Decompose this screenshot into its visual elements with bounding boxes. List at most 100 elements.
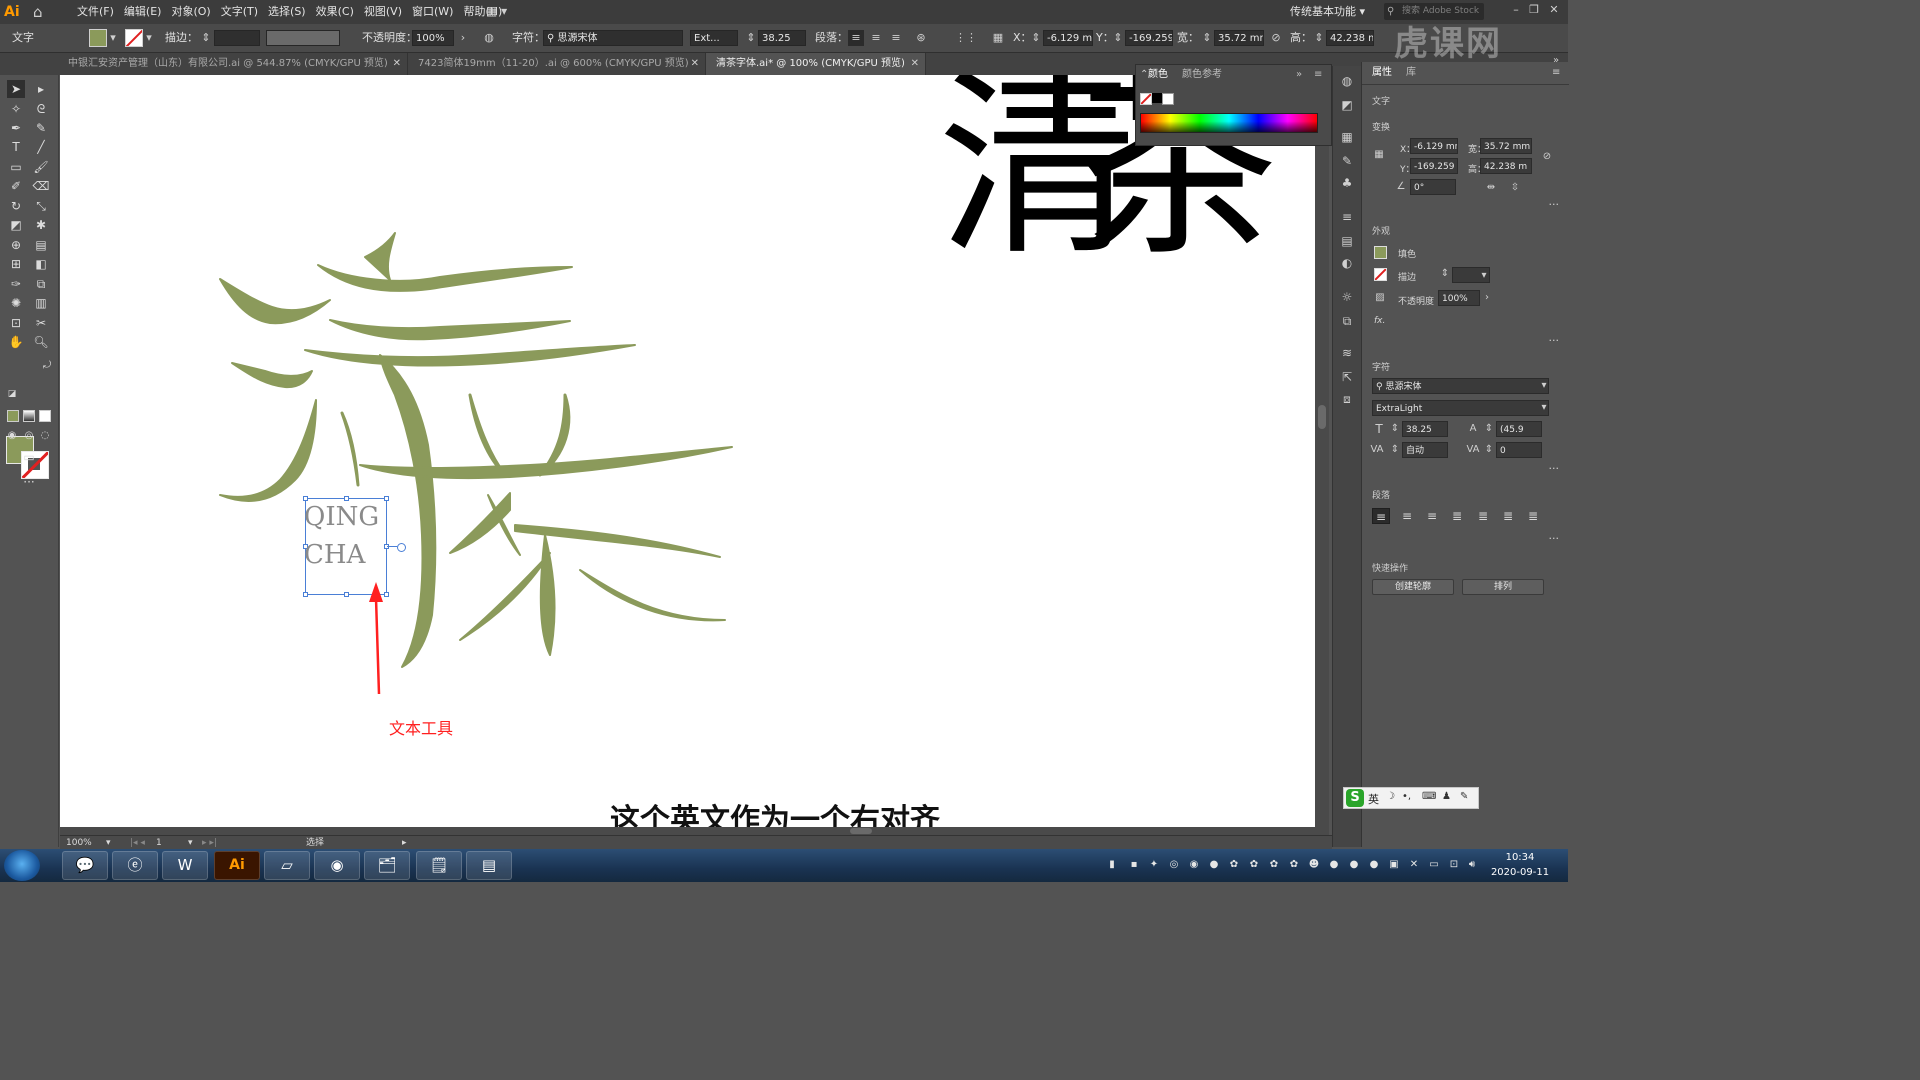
first-artboard-icon[interactable]: |◂ ◂ [130,836,145,850]
panel-menu-icon[interactable]: ≡ [1552,62,1560,84]
scroll-thumb[interactable] [850,828,872,834]
chevron-right-icon[interactable]: ▸ [402,836,407,850]
tab-document-1[interactable]: 中银汇安资产管理（山东）有限公司.ai @ 544.87% (CMYK/GPU … [58,53,408,75]
arrange-button[interactable]: 排列 [1462,579,1544,595]
stepper-icon[interactable]: ⇕ [743,30,759,46]
brushes-icon[interactable]: ✎ [1338,152,1356,170]
scroll-thumb[interactable] [1318,405,1326,429]
w-field[interactable]: 35.72 mm [1214,30,1264,46]
stroke-icon[interactable]: ≡ [1338,208,1356,226]
appearance-icon[interactable]: ☼ [1338,288,1356,306]
clock-time[interactable]: 10:34 [1490,852,1550,863]
moon-icon[interactable]: ☽ [1386,791,1395,802]
graphic-styles-icon[interactable]: ⧉ [1338,312,1356,330]
chevron-down-icon[interactable]: ▾ [141,30,157,46]
tab-document-3[interactable]: 清茶字体.ai* @ 100% (CMYK/GPU 预览) ✕ [706,53,926,75]
align-right-icon[interactable]: ≡ [1423,508,1441,524]
more-options-icon[interactable]: ··· [1549,532,1560,545]
settings-icon[interactable]: ✎ [1460,791,1468,802]
transparency-icon[interactable]: ◐ [1338,254,1356,272]
tray-icon[interactable]: ✿ [1248,859,1260,871]
tray-icon[interactable]: ▪ [1128,859,1140,871]
chevron-down-icon[interactable]: ▾ [106,836,111,850]
symbol-sprayer-icon[interactable]: ✺ [7,294,25,312]
stepper-icon[interactable]: ⇕ [1388,422,1402,436]
tray-icon[interactable]: ● [1328,859,1340,871]
tray-icon[interactable]: ● [1348,859,1360,871]
volume-icon[interactable]: 🔊︎ [1466,859,1478,871]
draw-normal-icon[interactable]: ◉ [3,427,21,445]
black-swatch[interactable] [1152,93,1162,103]
recolor-icon[interactable]: ◍ [1338,72,1356,90]
start-button[interactable] [4,850,40,881]
white-swatch[interactable] [1162,93,1174,105]
stepper-icon[interactable]: ⇕ [1311,30,1327,46]
vertical-scrollbar[interactable] [1315,75,1329,835]
wps-icon[interactable]: W [162,851,208,880]
stepper-icon[interactable]: ⇕ [1438,267,1452,281]
menu-effect[interactable]: 效果(C) [311,0,359,24]
font-size-field[interactable]: 38.25 [1402,421,1448,437]
font-size-field[interactable]: 38.25 [758,30,806,46]
resize-handle[interactable] [344,592,349,597]
next-artboard-icon[interactable]: ▸ ▸| [202,836,217,850]
recolor-icon[interactable]: ◍ [481,30,497,46]
punctuation-icon[interactable]: •, [1402,791,1411,802]
font-family-field[interactable]: ⚲ 思源宋体 [1372,378,1549,394]
font-family-field[interactable]: ⚲ 思源宋体 [543,30,683,46]
keyboard-icon[interactable]: ⌨ [1422,791,1436,802]
flip-vertical-icon[interactable]: ⇳ [1508,181,1522,195]
more-options-icon[interactable]: ··· [1549,198,1560,211]
tray-icon[interactable]: ✦ [1148,859,1160,871]
illustrator-icon[interactable]: Ai [214,851,260,880]
close-icon[interactable]: ✕ [911,53,919,75]
chevron-down-icon[interactable]: ▾ [1477,269,1491,283]
swap-colors-icon[interactable]: ⤾ [38,357,56,375]
tray-icon[interactable]: ▮ [1106,859,1118,871]
stepper-icon[interactable]: ⇕ [1199,30,1215,46]
flip-horizontal-icon[interactable]: ⇹ [1484,181,1498,195]
browser-icon[interactable]: ⓔ [112,851,158,880]
menu-edit[interactable]: 编辑(E) [119,0,167,24]
draw-inside-icon[interactable]: ◌ [36,427,54,445]
tray-icon[interactable]: ☻ [1308,859,1320,871]
tab-color[interactable]: 颜色 [1148,65,1168,85]
x-field[interactable]: -6.129 mm [1043,30,1093,46]
chevron-down-icon[interactable]: ▾ [105,30,121,46]
menu-object[interactable]: 对象(O) [166,0,215,24]
arrange-documents-icon[interactable]: ▦ ▾ [486,4,507,18]
text-thread-port[interactable] [397,543,406,552]
ime-language[interactable]: 英 [1368,791,1379,807]
gradient-panel-icon[interactable]: ▤ [1338,232,1356,250]
mesh-tool-icon[interactable]: ⊞ [7,255,25,273]
stepper-icon[interactable]: ⇕ [198,30,214,46]
swatches-icon[interactable]: ▦ [1338,128,1356,146]
h-field[interactable]: 42.238 m [1326,30,1374,46]
rectangle-tool-icon[interactable]: ▭ [7,158,25,176]
leading-field[interactable]: (45.9 [1496,421,1542,437]
variable-width-field[interactable] [266,30,340,46]
eraser-icon[interactable]: ⌫ [32,177,50,195]
user-icon[interactable]: ♟ [1442,791,1451,802]
workspace-switcher[interactable]: 传统基本功能 ▾ [1290,0,1365,24]
tab-document-2[interactable]: 7423简体19mm（11-20）.ai @ 600% (CMYK/GPU 预览… [408,53,706,75]
curvature-tool-icon[interactable]: ✎ [32,119,50,137]
more-options-icon[interactable]: ··· [1549,334,1560,347]
stepper-icon[interactable]: ⇕ [1110,30,1126,46]
close-icon[interactable]: ✕ [691,53,699,75]
graph-tool-icon[interactable]: ▥ [32,294,50,312]
english-text-block[interactable]: QING CHA [304,498,394,574]
stepper-icon[interactable]: ⇕ [1028,30,1044,46]
fx-button[interactable]: fx. [1374,316,1385,326]
stepper-icon[interactable]: ⇕ [1482,422,1496,436]
menu-type[interactable]: 文字(T) [216,0,263,24]
font-style-field[interactable]: Ext... [690,30,738,46]
fill-swatch[interactable] [1374,246,1387,259]
notes-icon[interactable]: 🗒 [416,851,462,880]
align-center-icon[interactable]: ≡ [868,30,884,46]
chevron-down-icon[interactable]: ▾ [1537,401,1551,415]
artboards-icon[interactable]: ⧈ [1338,390,1356,408]
tray-icon[interactable]: ▭ [1428,859,1440,871]
align-left-icon[interactable]: ≡ [1372,508,1390,524]
tray-icon[interactable]: ● [1368,859,1380,871]
